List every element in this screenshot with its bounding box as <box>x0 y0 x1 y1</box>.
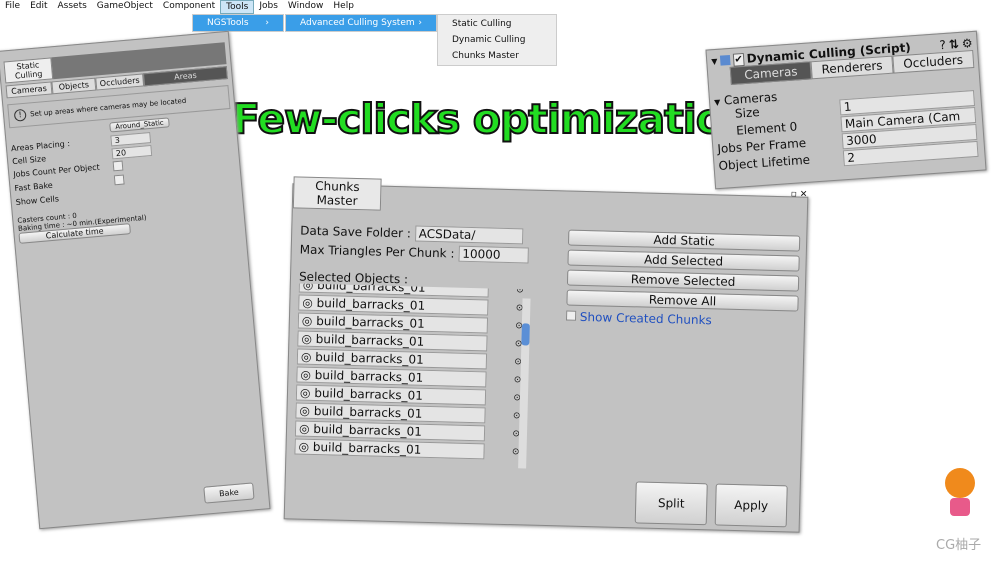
menu-item-dynamic-culling[interactable]: Dynamic Culling <box>438 32 556 48</box>
chunks-master-window: Chunks Master ▫ ✕ Data Save Folder : ACS… <box>283 176 809 533</box>
menu-file[interactable]: File <box>0 0 25 14</box>
window-title-tab[interactable]: Static Culling <box>3 57 54 84</box>
show-chunks-label: Show Created Chunks <box>579 309 712 328</box>
watermark: CG柚子 <box>936 538 982 553</box>
object-field[interactable]: ◎ build_barracks_01 <box>294 438 485 460</box>
object-name: build_barracks_01 <box>316 313 425 331</box>
tab-cameras[interactable]: Cameras <box>5 81 53 99</box>
remove-all-button[interactable]: Remove All <box>566 289 799 312</box>
object-name: build_barracks_01 <box>315 331 425 349</box>
tab-objects[interactable]: Objects <box>51 77 97 95</box>
object-name: build_barracks_01 <box>314 385 424 403</box>
split-button[interactable]: Split <box>634 481 708 526</box>
menu-bar: File Edit Assets GameObject Component To… <box>0 0 359 14</box>
cell-size-field[interactable]: 20 <box>111 144 153 160</box>
gear-icon[interactable]: ⚙ <box>961 36 973 51</box>
chevron-right-icon: › <box>418 18 422 28</box>
script-icon <box>720 54 731 66</box>
menu-jobs[interactable]: Jobs <box>254 0 283 14</box>
chevron-right-icon: › <box>265 18 269 28</box>
menu-item-static-culling[interactable]: Static Culling <box>438 16 556 32</box>
jobs-checkbox[interactable] <box>112 160 124 172</box>
label: Advanced Culling System <box>300 18 415 28</box>
ngstools-menu: Advanced Culling System › <box>285 14 437 32</box>
headline: Few-clicks optimization <box>231 94 753 144</box>
preset-icon[interactable]: ⇅ <box>948 37 959 52</box>
areas-placing-field[interactable]: 3 <box>110 132 152 147</box>
tools-menu: NGSTools › <box>192 14 284 32</box>
fast-bake-checkbox[interactable] <box>113 174 125 186</box>
menu-assets[interactable]: Assets <box>53 0 92 14</box>
object-name: build_barracks_01 <box>313 421 423 439</box>
cg-logo <box>940 460 980 524</box>
menu-item-ngstools[interactable]: NGSTools › <box>193 15 283 31</box>
selected-objects-list: ◎ build_barracks_01 ⊙ ◎ build_barracks_01 ⊙… <box>294 283 524 470</box>
help-icon[interactable]: ? <box>939 38 946 52</box>
menu-gameobject[interactable]: GameObject <box>92 0 158 14</box>
object-name: build_barracks_01 <box>314 367 424 385</box>
menu-help[interactable]: Help <box>328 0 359 14</box>
remove-selected-button[interactable]: Remove Selected <box>566 269 800 292</box>
foldout-arrow-icon[interactable]: ▼ <box>714 98 721 107</box>
menu-tools[interactable]: Tools <box>220 0 255 14</box>
menu-item-chunks-master[interactable]: Chunks Master <box>438 48 556 64</box>
data-folder-field[interactable]: ACSData/ <box>414 225 523 245</box>
bake-button[interactable]: Bake <box>203 482 255 504</box>
label: Data Save Folder : <box>300 223 412 241</box>
scrollbar-thumb[interactable] <box>521 323 530 346</box>
label: Max Triangles Per Chunk : <box>299 242 455 261</box>
add-static-button[interactable]: Add Static <box>567 229 801 252</box>
acs-menu: Static Culling Dynamic Culling Chunks Ma… <box>437 14 557 66</box>
info-text: Set up areas where cameras may be locate… <box>29 96 187 119</box>
info-icon: ! <box>13 108 27 122</box>
object-name: build_barracks_01 <box>315 349 424 367</box>
apply-button[interactable]: Apply <box>714 483 788 528</box>
enabled-checkbox[interactable]: ✔ <box>732 52 745 67</box>
dynamic-culling-inspector: ▼ ✔ Dynamic Culling (Script) ? ⇅ ⚙ Camer… <box>705 30 987 190</box>
foldout-arrow-icon[interactable]: ▼ <box>711 56 718 65</box>
window-title-tab[interactable]: Chunks Master <box>292 176 382 211</box>
label: NGSTools <box>207 18 249 28</box>
object-name: build_barracks_01 <box>313 403 423 421</box>
object-name: build_barracks_01 <box>316 295 426 313</box>
tab-occluders[interactable]: Occluders <box>95 73 145 91</box>
object-name: build_barracks_01 <box>312 439 422 457</box>
menu-window[interactable]: Window <box>283 0 329 14</box>
menu-edit[interactable]: Edit <box>25 0 52 14</box>
add-selected-button[interactable]: Add Selected <box>567 249 800 272</box>
menu-item-acs[interactable]: Advanced Culling System › <box>286 15 436 31</box>
menu-component[interactable]: Component <box>158 0 220 14</box>
close-icon[interactable]: ▫ ✕ <box>790 189 808 221</box>
max-triangles-field[interactable]: 10000 <box>458 245 529 264</box>
show-chunks-checkbox[interactable] <box>565 310 577 321</box>
static-culling-window: Static Culling Cameras Objects Occluders… <box>0 30 271 530</box>
